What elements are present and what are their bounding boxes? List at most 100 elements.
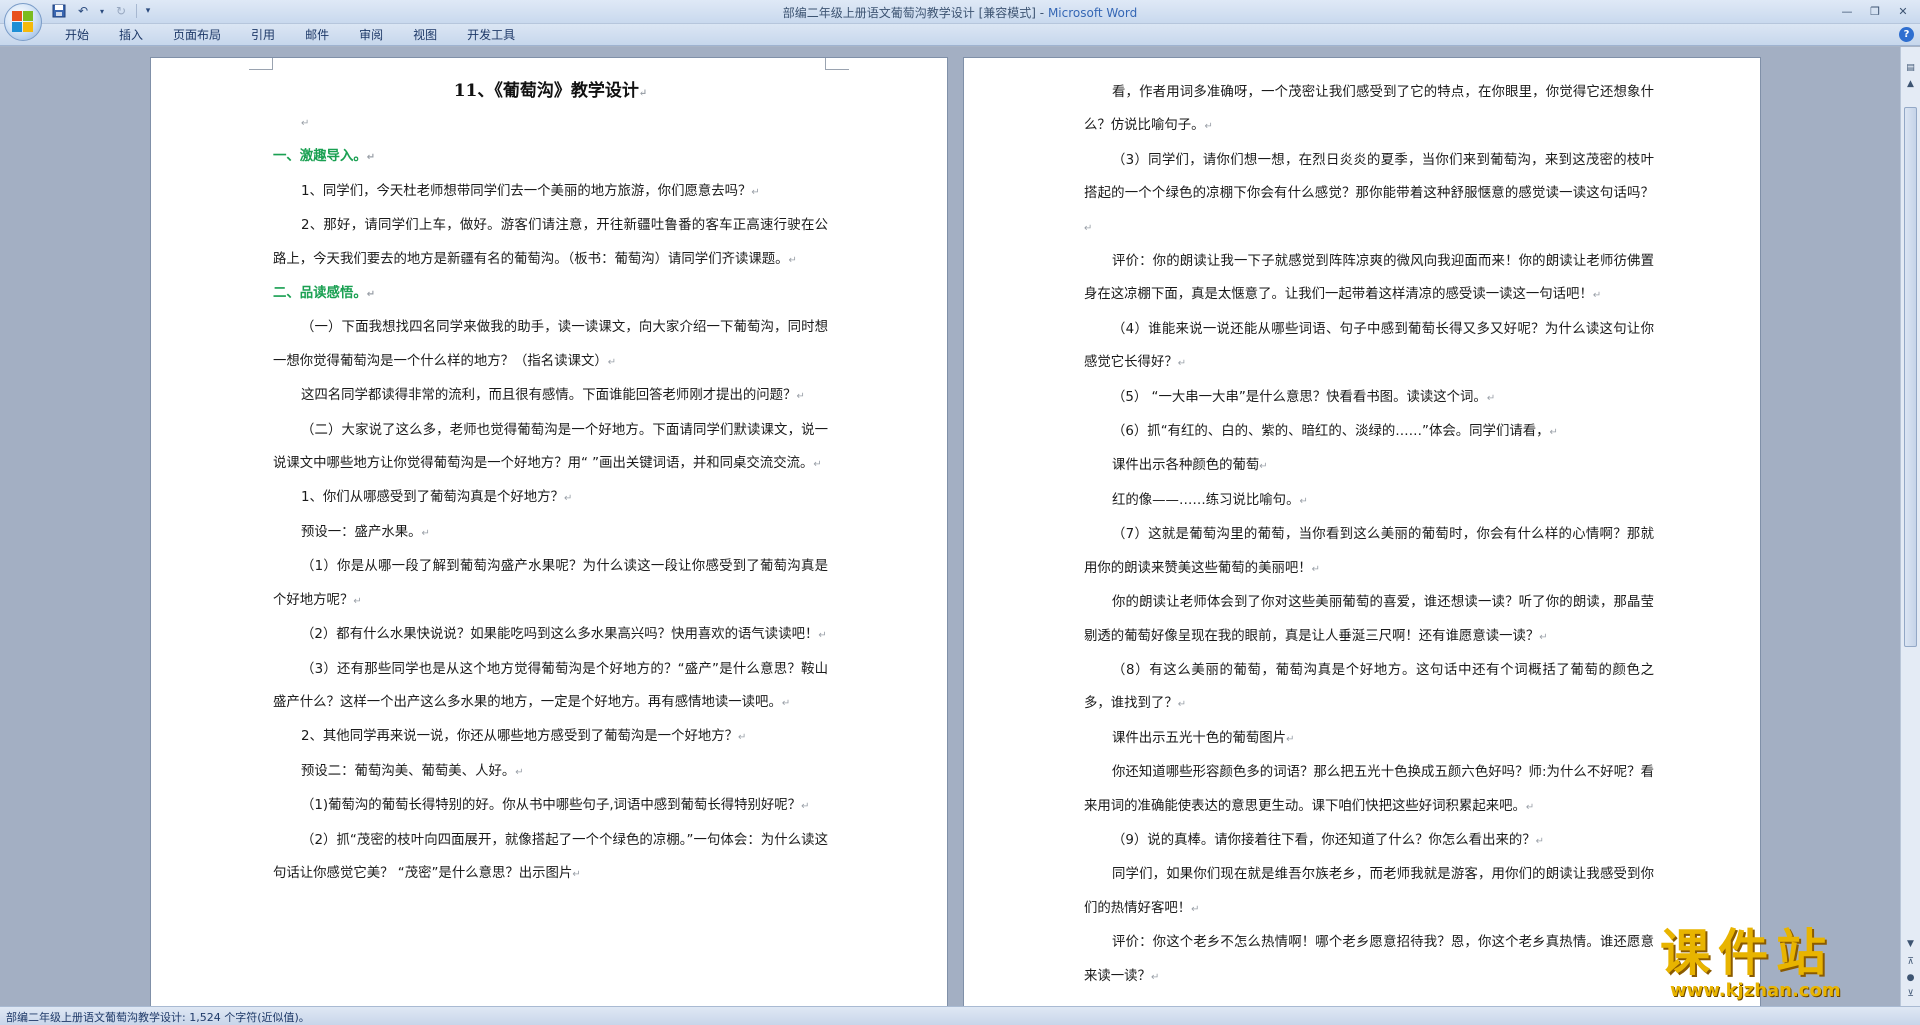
paragraph-mark: ↵ xyxy=(788,254,797,266)
tab-home[interactable]: 开始 xyxy=(50,27,104,43)
close-icon[interactable]: ✕ xyxy=(1890,2,1916,20)
paragraph-mark: ↵ xyxy=(638,88,648,99)
page-right-content[interactable]: 看，作者用词多准确呀，一个茂密让我们感受到了它的特点，在你眼里，你觉得它还想象什… xyxy=(1084,76,1654,994)
help-icon[interactable]: ? xyxy=(1899,27,1914,42)
paragraph-mark: ↵ xyxy=(366,152,376,164)
margin-corner xyxy=(249,58,273,70)
paragraph: ↵ xyxy=(273,106,828,140)
paragraph: （6）抓“有红的、白的、紫的、暗红的、淡绿的……”体会。同学们请看，↵ xyxy=(1084,415,1654,449)
scroll-thumb[interactable] xyxy=(1904,107,1917,647)
paragraph-mark: ↵ xyxy=(738,732,747,744)
paragraph-text: 1、同学们，今天杜老师想带同学们去一个美丽的地方旅游，你们愿意去吗？ xyxy=(301,183,752,199)
paragraph: 1、你们从哪感受到了葡萄沟真是个好地方？↵ xyxy=(273,481,828,515)
minimize-icon[interactable]: — xyxy=(1834,2,1860,20)
document-heading: 11、《葡萄沟》教学设计↵ xyxy=(273,76,828,106)
paragraph-text: 2、其他同学再来说一说，你还从哪些地方感受到了葡萄沟是一个好地方？ xyxy=(301,729,739,745)
paragraph-mark: ↵ xyxy=(366,289,376,301)
paragraph: （1）你是从哪一段了解到葡萄沟盛产水果呢？为什么读这一段让你感受到了葡萄沟真是个… xyxy=(273,550,828,618)
paragraph-text: 预设二：葡萄沟美、葡萄美、人好。 xyxy=(301,763,516,779)
paragraph: 看，作者用词多准确呀，一个茂密让我们感受到了它的特点，在你眼里，你觉得它还想象什… xyxy=(1084,76,1654,144)
paragraph-text: 评价：你这个老乡不怎么热情啊！哪个老乡愿意招待我？恩，你这个老乡真热情。谁还愿意… xyxy=(1084,935,1654,984)
paragraph-mark: ↵ xyxy=(1486,392,1496,404)
paragraph-mark: ↵ xyxy=(1535,835,1545,847)
paragraph-mark: ↵ xyxy=(353,595,362,607)
paragraph: 1、同学们，今天杜老师想带同学们去一个美丽的地方旅游，你们愿意去吗？↵ xyxy=(273,175,828,209)
app-name: Microsoft Word xyxy=(1047,6,1138,20)
paragraph: 预设二：葡萄沟美、葡萄美、人好。↵ xyxy=(273,755,828,789)
title-bar: ↶ ▾ ↻ ▾ 部编二年级上册语文葡萄沟教学设计 [兼容模式] - Micros… xyxy=(0,0,1920,24)
paragraph-text: （1)葡萄沟的葡萄长得特别的好。你从书中哪些句子,词语中感到葡萄长得特别好呢？ xyxy=(301,798,802,814)
paragraph-text: （6）抓“有红的、白的、紫的、暗红的、淡绿的……”体会。同学们请看， xyxy=(1112,424,1550,440)
paragraph-text: （8）有这么美丽的葡萄，葡萄沟真是个好地方。这句话中还有个词概括了葡萄的颜色之多… xyxy=(1084,662,1654,712)
paragraph-mark: ↵ xyxy=(1549,427,1558,439)
paragraph-mark: ↵ xyxy=(1539,631,1548,643)
paragraph-mark: ↵ xyxy=(818,630,827,642)
watermark-url: www.kjzhan.com xyxy=(1670,980,1841,1001)
paragraph-text: 红的像——……练习说比喻句。 xyxy=(1112,492,1300,508)
office-logo-icon xyxy=(12,11,34,33)
paragraph-text: （5） “一大串一大串”是什么意思？快看看书图。读读这个词。 xyxy=(1112,389,1487,405)
paragraph-text: 课件出示五光十色的葡萄图片 xyxy=(1112,730,1287,746)
paragraph: 这四名同学都读得非常的流利，而且很有感情。下面谁能回答老师刚才提出的问题？↵ xyxy=(273,379,828,413)
paragraph-text: 这四名同学都读得非常的流利，而且很有感情。下面谁能回答老师刚才提出的问题？ xyxy=(301,388,797,404)
paragraph: （3）还有那些同学也是从这个地方觉得葡萄沟是个好地方的？“盛产”是什么意思？鞍山… xyxy=(273,653,828,721)
paragraph-mark: ↵ xyxy=(796,391,805,403)
window-controls: — ❐ ✕ xyxy=(1834,2,1916,20)
paragraph-text: 看，作者用词多准确呀，一个茂密让我们感受到了它的特点，在你眼里，你觉得它还想象什… xyxy=(1084,85,1654,134)
paragraph: 2、那好，请同学们上车，做好。游客们请注意，开往新疆吐鲁番的客车正高速行驶在公路… xyxy=(273,209,828,277)
paragraph: 课件出示各种颜色的葡萄↵ xyxy=(1084,449,1654,483)
previous-page-icon[interactable]: ⊼ xyxy=(1903,955,1918,970)
tab-mailings[interactable]: 邮件 xyxy=(290,27,344,43)
paragraph: 课件出示五光十色的葡萄图片↵ xyxy=(1084,722,1654,756)
paragraph-text: 二、品读感悟。 xyxy=(273,286,367,302)
paragraph: （2）抓“茂密的枝叶向四面展开，就像搭起了一个个绿色的凉棚。”一句体会：为什么读… xyxy=(273,824,828,892)
office-button[interactable] xyxy=(4,3,42,41)
ruler-toggle-icon[interactable]: ▤ xyxy=(1903,61,1918,76)
section-heading: 一、激趣导入。↵ xyxy=(273,140,828,174)
paragraph-mark: ↵ xyxy=(1177,699,1187,711)
site-watermark-logo: 课件站 www.kjzhan.com xyxy=(1660,925,1900,1007)
paragraph-text: （2）抓“茂密的枝叶向四面展开，就像搭起了一个个绿色的凉棚。”一句体会：为什么读… xyxy=(273,832,828,881)
paragraph-mark: ↵ xyxy=(1286,733,1295,745)
tab-developer[interactable]: 开发工具 xyxy=(452,27,530,43)
paragraph-mark: ↵ xyxy=(1150,971,1160,983)
paragraph-text: 预设一：盛产水果。 xyxy=(301,524,422,540)
paragraph-text: 你的朗读让老师体会到了你对这些美丽葡萄的喜爱，谁还想读一读？听了你的朗读，那晶莹… xyxy=(1084,595,1654,644)
next-page-icon[interactable]: ⊻ xyxy=(1903,987,1918,1002)
tab-page-layout[interactable]: 页面布局 xyxy=(158,27,236,43)
margin-corner xyxy=(272,58,273,70)
paragraph-mark: ↵ xyxy=(1259,461,1268,473)
page-left-content[interactable]: 11、《葡萄沟》教学设计↵ ↵ 一、激趣导入。↵ 1、同学们，今天杜老师想带同学们去… xyxy=(273,76,828,891)
margin-corner xyxy=(825,58,826,70)
vertical-scrollbar[interactable]: ▤ ▲ ▼ ⊼ ● ⊻ xyxy=(1900,47,1920,1006)
paragraph-mark: ↵ xyxy=(813,459,822,471)
restore-icon[interactable]: ❐ xyxy=(1862,2,1888,20)
paragraph: （7）这就是葡萄沟里的葡萄，当你看到这么美丽的葡萄时，你会有什么样的心情啊？那就… xyxy=(1084,518,1654,586)
scroll-down-icon[interactable]: ▼ xyxy=(1903,937,1918,952)
status-word-count[interactable]: 部编二年级上册语文葡萄沟教学设计: 1,524 个字符(近似值)。 xyxy=(6,1009,310,1025)
tab-insert[interactable]: 插入 xyxy=(104,27,158,43)
tab-view[interactable]: 视图 xyxy=(398,27,452,43)
page-right: 看，作者用词多准确呀，一个茂密让我们感受到了它的特点，在你眼里，你觉得它还想象什… xyxy=(963,57,1761,1006)
paragraph-text: （2）都有什么水果快说说？如果能吃吗到这么多水果高兴吗？快用喜欢的语气读读吧！ xyxy=(301,627,819,643)
tab-references[interactable]: 引用 xyxy=(236,27,290,43)
tab-review[interactable]: 审阅 xyxy=(344,27,398,43)
paragraph: 评价：你这个老乡不怎么热情啊！哪个老乡愿意招待我？恩，你这个老乡真热情。谁还愿意… xyxy=(1084,926,1654,994)
paragraph-mark: ↵ xyxy=(607,356,617,368)
paragraph-mark: ↵ xyxy=(301,118,310,129)
select-browse-object-icon[interactable]: ● xyxy=(1903,971,1918,986)
paragraph-mark: ↵ xyxy=(1204,121,1213,133)
paragraph: （一）下面我想找四名同学来做我的助手，读一读课文，向大家介绍一下葡萄沟，同时想一… xyxy=(273,311,828,379)
paragraph-mark: ↵ xyxy=(1177,358,1187,370)
paragraph-text: 评价：你的朗读让我一下子就感觉到阵阵凉爽的微风向我迎面而来！你的朗读让老师彷佛置… xyxy=(1084,254,1654,303)
section-heading: 二、品读感悟。↵ xyxy=(273,277,828,311)
paragraph: 你的朗读让老师体会到了你对这些美丽葡萄的喜爱，谁还想读一读？听了你的朗读，那晶莹… xyxy=(1084,586,1654,654)
document-heading-text: 11、《葡萄沟》教学设计 xyxy=(453,81,639,101)
window-title: 部编二年级上册语文葡萄沟教学设计 [兼容模式] - Microsoft Word xyxy=(0,4,1920,21)
paragraph: 预设一：盛产水果。↵ xyxy=(273,516,828,550)
paragraph-mark: ↵ xyxy=(1525,801,1535,813)
paragraph-mark: ↵ xyxy=(1592,290,1602,302)
scroll-up-icon[interactable]: ▲ xyxy=(1903,77,1918,92)
watermark-text: 课件站 xyxy=(1660,924,1834,982)
paragraph: 你还知道哪些形容颜色多的词语？那么把五光十色换成五颜六色好吗？师:为什么不好呢？… xyxy=(1084,756,1654,824)
